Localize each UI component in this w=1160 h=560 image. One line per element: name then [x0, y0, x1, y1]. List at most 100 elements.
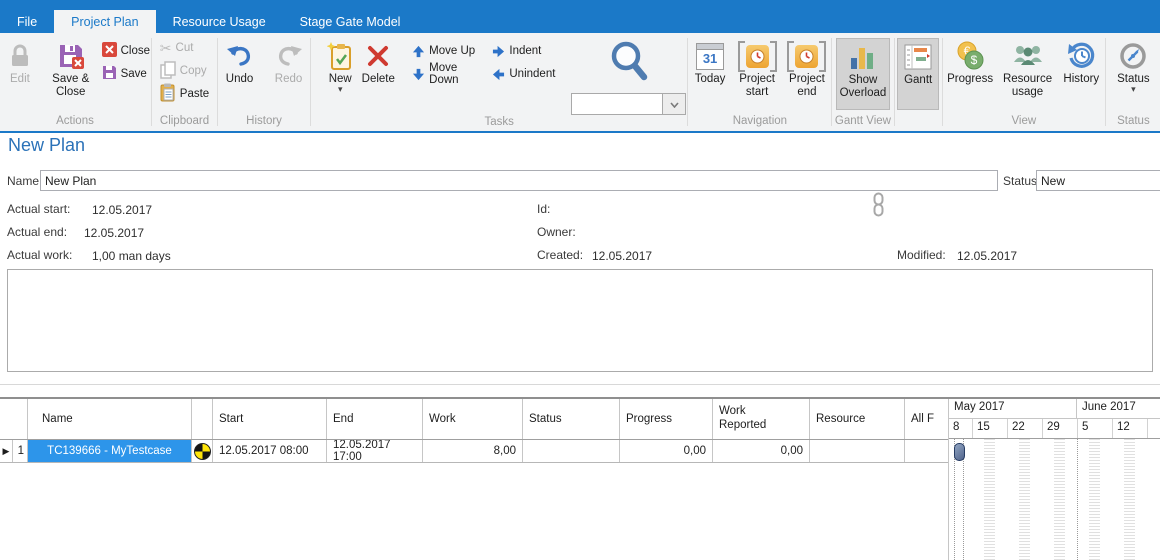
search-input[interactable]: [572, 94, 662, 114]
clipboard-group-label: Clipboard: [153, 114, 216, 131]
id-label: Id:: [537, 202, 550, 216]
tab-file[interactable]: File: [0, 10, 54, 33]
status-input[interactable]: [1036, 170, 1160, 191]
row-selector-icon[interactable]: ▶: [0, 440, 13, 462]
undo-button[interactable]: Undo: [219, 38, 260, 87]
weekend-band: [984, 439, 995, 560]
gantt-label: Gantt: [904, 74, 932, 87]
indent-button[interactable]: Indent: [492, 41, 555, 61]
cell-end[interactable]: 12.05.2017 17:00: [327, 440, 423, 462]
header-work-reported[interactable]: Work Reported: [713, 399, 810, 439]
ribbon-group-tasks: New ▾ Delete Move Up: [312, 33, 686, 131]
project-start-button[interactable]: Project start: [733, 38, 782, 100]
cell-flag[interactable]: [192, 440, 213, 462]
header-row-selector: [0, 399, 28, 439]
combo-dropdown-button[interactable]: [662, 94, 685, 114]
delete-task-button[interactable]: Delete: [358, 38, 398, 87]
owner-label: Owner:: [537, 225, 576, 239]
cell-all-resources[interactable]: [905, 440, 948, 462]
name-input[interactable]: [40, 170, 998, 191]
show-overload-button[interactable]: Show Overload: [836, 38, 890, 110]
header-start[interactable]: Start: [213, 399, 327, 439]
description-box[interactable]: [7, 269, 1153, 372]
header-work[interactable]: Work: [423, 399, 523, 439]
save-label: Save: [121, 68, 147, 80]
ribbon-group-clipboard: ✂ Cut Copy Paste: [153, 33, 216, 131]
resource-usage-label: Resource usage: [1002, 73, 1052, 99]
cell-progress[interactable]: 0,00: [620, 440, 713, 462]
gantt-group-label: [896, 114, 941, 131]
new-icon: [327, 39, 354, 73]
weekend-band: [1124, 439, 1135, 560]
header-progress[interactable]: Progress: [620, 399, 713, 439]
cell-resource[interactable]: [810, 440, 905, 462]
redo-button[interactable]: Redo: [268, 38, 309, 87]
header-all-resources[interactable]: All F: [905, 399, 948, 439]
table-row[interactable]: ▶ 1 TC139666 - MyTestcase 12.05.2017 08:…: [0, 440, 948, 463]
combo-chevron-icon: [670, 95, 679, 113]
today-label: Today: [695, 73, 726, 86]
created-label: Created:: [537, 248, 583, 262]
gantt-tick: 8: [949, 419, 973, 438]
tab-project-plan[interactable]: Project Plan: [54, 10, 155, 33]
actual-start-value: 12.05.2017: [92, 203, 152, 217]
header-flag[interactable]: [192, 399, 213, 439]
cut-button[interactable]: ✂ Cut: [160, 38, 209, 58]
group-separator: [942, 38, 943, 126]
tab-stage-gate-model[interactable]: Stage Gate Model: [283, 10, 418, 33]
cell-work[interactable]: 8,00: [423, 440, 523, 462]
new-task-button[interactable]: New ▾: [322, 38, 358, 94]
project-end-button[interactable]: Project end: [784, 38, 831, 100]
close-button[interactable]: Close: [102, 41, 150, 61]
save-button[interactable]: Save: [102, 64, 150, 84]
close-label: Close: [121, 45, 150, 57]
progress-button[interactable]: € $ Progress: [944, 38, 997, 87]
edit-button[interactable]: Edit: [0, 38, 40, 87]
move-down-button[interactable]: Move Down: [412, 64, 478, 84]
copy-icon: [160, 61, 176, 82]
actual-work-label: Actual work:: [7, 248, 72, 262]
move-up-button[interactable]: Move Up: [412, 41, 478, 61]
gantt-week-header: 8 15 22 29 5 12: [949, 419, 1160, 439]
gantt-tick: 29: [1043, 419, 1078, 438]
ribbon: Edit Save & Close: [0, 33, 1160, 131]
status-button[interactable]: Status ▾: [1109, 38, 1157, 94]
copy-label: Copy: [180, 65, 207, 77]
gantt-panel: May 2017 June 2017 8 15 22 29 5 12: [948, 399, 1160, 560]
gantt-month-may: May 2017: [949, 399, 1077, 418]
unindent-button[interactable]: Unindent: [492, 64, 555, 84]
attachment-icon[interactable]: [872, 192, 885, 220]
paste-button[interactable]: Paste: [160, 84, 209, 104]
history-view-label: History: [1063, 73, 1099, 86]
cell-start[interactable]: 12.05.2017 08:00: [213, 440, 327, 462]
tab-resource-usage[interactable]: Resource Usage: [156, 10, 283, 33]
move-up-label: Move Up: [429, 45, 475, 57]
cell-name[interactable]: TC139666 - MyTestcase: [28, 440, 192, 462]
today-button[interactable]: 31 Today: [689, 38, 730, 87]
header-status[interactable]: Status: [523, 399, 620, 439]
task-grid: Name Start End Work Status Progress Work…: [0, 397, 1160, 560]
save-and-close-button[interactable]: Save & Close: [46, 38, 96, 100]
resource-usage-button[interactable]: Resource usage: [1000, 38, 1054, 100]
header-resource[interactable]: Resource: [810, 399, 905, 439]
move-down-label: Move Down: [429, 62, 478, 86]
gantt-task-bar[interactable]: [954, 443, 965, 461]
weekend-band: [1054, 439, 1065, 560]
copy-button[interactable]: Copy: [160, 61, 209, 81]
task-flag-icon: [194, 443, 211, 460]
gantt-button[interactable]: Gantt: [897, 38, 939, 110]
status-group-label: Status: [1107, 114, 1160, 131]
gantt-view-group-label: Gantt View: [833, 114, 892, 131]
show-overload-label: Show Overload: [839, 74, 887, 100]
cell-work-reported[interactable]: 0,00: [713, 440, 810, 462]
search-combobox[interactable]: [571, 93, 686, 115]
actual-end-value: 12.05.2017: [84, 226, 144, 240]
history-view-button[interactable]: History: [1059, 38, 1104, 87]
cell-status[interactable]: [523, 440, 620, 462]
group-separator: [217, 38, 218, 126]
task-grid-left-panel: Name Start End Work Status Progress Work…: [0, 399, 948, 560]
gantt-tick: 15: [973, 419, 1008, 438]
header-end[interactable]: End: [327, 399, 423, 439]
header-name[interactable]: Name: [28, 399, 192, 439]
save-close-icon: [57, 39, 85, 73]
